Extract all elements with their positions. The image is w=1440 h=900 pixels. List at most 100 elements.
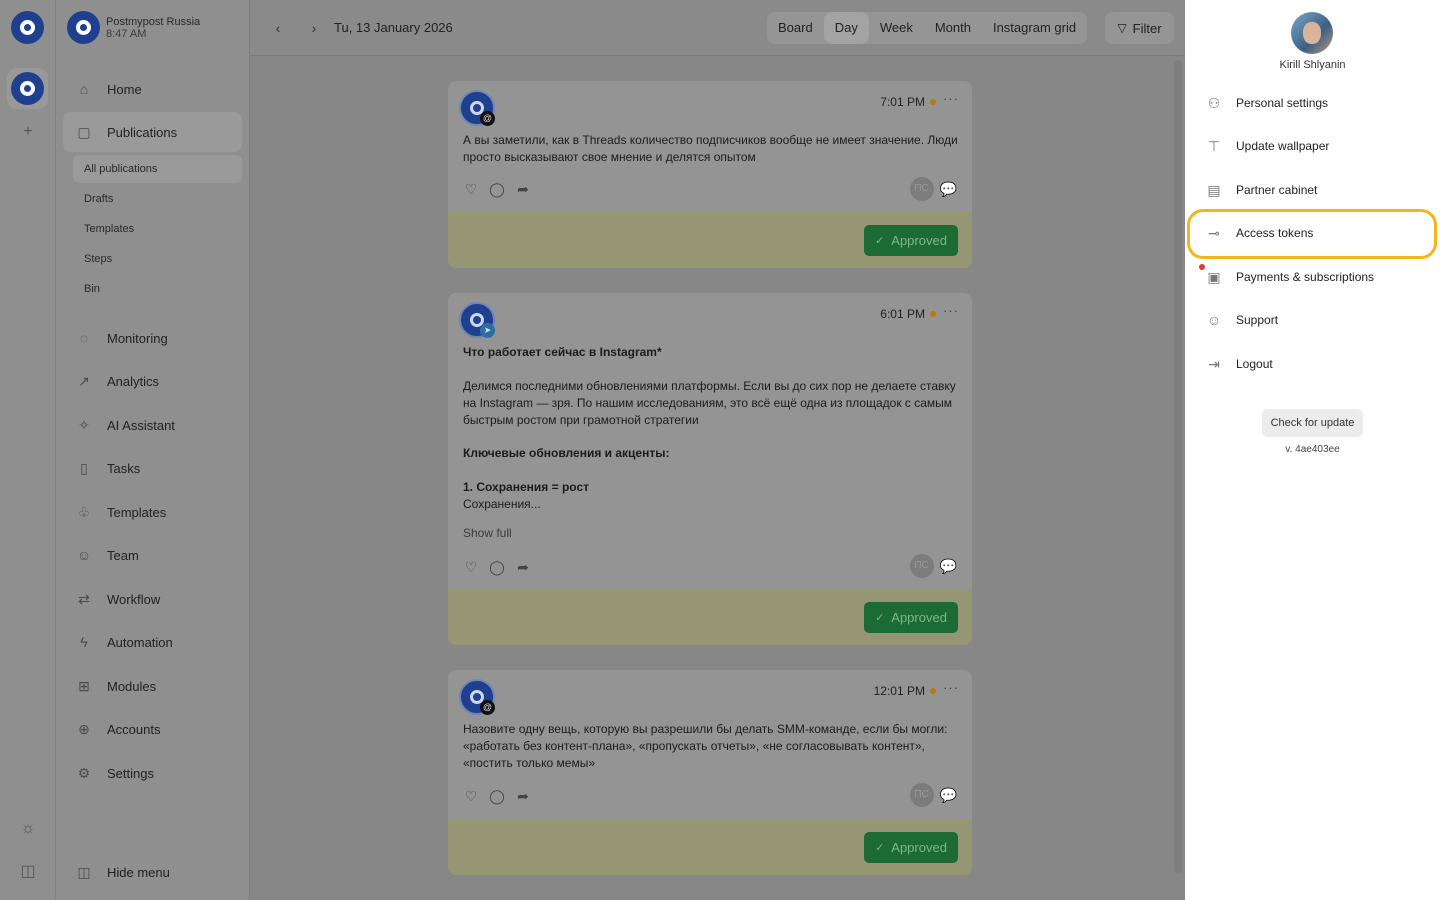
nav-modules-label: Modules (107, 678, 157, 694)
modules-icon: ⊞ (78, 677, 90, 694)
collapse-rail-button[interactable]: ◫ (18, 862, 38, 882)
show-full-link[interactable]: Show full (463, 526, 963, 540)
check-update-button[interactable]: Check for update (1262, 409, 1363, 437)
menu-support[interactable]: ☺ Support (1205, 303, 1435, 337)
nav-tasks[interactable]: ▯ Tasks (63, 448, 242, 488)
more-options-icon[interactable]: ··· (943, 303, 959, 318)
nav-analytics[interactable]: ↗ Analytics (63, 361, 242, 401)
like-icon[interactable]: ♡ (463, 788, 479, 804)
nav-monitoring[interactable]: ◌ Monitoring (63, 318, 242, 358)
threads-icon: @ (480, 700, 495, 715)
scrollbar[interactable] (1174, 60, 1182, 873)
nav-workflow[interactable]: ⇄ Workflow (63, 579, 242, 619)
sub-steps[interactable]: Steps (73, 245, 242, 273)
menu-access-tokens-label: Access tokens (1236, 226, 1314, 240)
view-board-tab[interactable]: Board (767, 12, 824, 44)
check-icon: ✓ (875, 612, 885, 624)
tasks-icon: ▯ (80, 459, 88, 476)
receipt-icon: ▣ (1207, 268, 1221, 285)
sub-templates[interactable]: Templates (73, 215, 242, 243)
nav-settings[interactable]: ⚙ Settings (63, 753, 242, 793)
prev-day-button[interactable]: ‹ (268, 18, 288, 38)
post-heading: Что работает сейчас в Instagram* (463, 345, 662, 359)
nav-automation[interactable]: ϟ Automation (63, 622, 242, 662)
nav-modules[interactable]: ⊞ Modules (63, 666, 242, 706)
account-avatar: @ (459, 679, 495, 715)
check-icon: ✓ (875, 235, 885, 247)
menu-payments[interactable]: ▣ Payments & subscriptions (1205, 260, 1435, 294)
post-card[interactable]: @ 7:01 PM ··· А вы заметили, как в Threa… (448, 81, 972, 268)
view-switcher: Board Day Week Month Instagram grid (767, 12, 1088, 44)
share-icon[interactable]: ➦ (515, 788, 531, 804)
post-text: Назовите одну вещь, которую вы разрешили… (463, 722, 948, 770)
nav-analytics-label: Analytics (107, 373, 160, 389)
share-icon[interactable]: ➦ (515, 181, 531, 197)
menu-personal-settings[interactable]: ⚇ Personal settings (1205, 86, 1435, 120)
like-icon[interactable]: ♡ (463, 559, 479, 575)
workspace-name: Postmypost Russia (106, 15, 201, 28)
post-actions: ♡ ◯ ➦ (463, 559, 531, 575)
approved-button[interactable]: ✓ Approved (864, 602, 958, 633)
nav-accounts[interactable]: ⊕ Accounts (63, 709, 242, 749)
sub-drafts[interactable]: Drafts (73, 185, 242, 213)
nav-ai-assistant[interactable]: ✧ AI Assistant (63, 405, 242, 445)
post-card[interactable]: ➤ 6:01 PM ··· Что работает сейчас в Inst… (448, 293, 972, 645)
theme-toggle-button[interactable]: ☼ (18, 819, 38, 839)
user-avatar[interactable] (1291, 12, 1333, 54)
comment-icon[interactable]: ◯ (489, 181, 505, 197)
like-icon[interactable]: ♡ (463, 181, 479, 197)
approved-button[interactable]: ✓ Approved (864, 225, 958, 256)
menu-personal-settings-label: Personal settings (1236, 96, 1329, 110)
app-logo[interactable] (11, 11, 44, 44)
sub-all-publications[interactable]: All publications (73, 155, 242, 183)
nav-monitoring-label: Monitoring (107, 330, 168, 346)
profile-panel: Kirill Shlyanin ⚇ Personal settings ⊤ Upda… (1185, 0, 1440, 900)
add-workspace-button[interactable]: + (18, 122, 38, 142)
menu-access-tokens[interactable]: ⊸ Access tokens (1205, 216, 1435, 250)
nav-team[interactable]: ☺ Team (63, 535, 242, 575)
comments-icon[interactable]: 💬 (940, 558, 957, 575)
home-icon: ⌂ (79, 81, 89, 97)
share-icon[interactable]: ➦ (515, 559, 531, 575)
workspace-switch-button[interactable] (11, 72, 44, 105)
more-options-icon[interactable]: ··· (943, 91, 959, 106)
more-options-icon[interactable]: ··· (943, 680, 959, 695)
nav-templates-label: Templates (107, 504, 167, 520)
nav-publications[interactable]: ▢ Publications (63, 112, 242, 152)
post-text: А вы заметили, как в Threads количество … (463, 133, 958, 164)
post-card[interactable]: @ 12:01 PM ··· Назовите одну вещь, котор… (448, 670, 972, 875)
menu-partner-cabinet[interactable]: ▤ Partner cabinet (1205, 173, 1435, 207)
sparkle-icon: ✧ (78, 416, 90, 433)
nav-team-label: Team (107, 547, 139, 563)
analytics-icon: ↗ (78, 372, 90, 389)
comment-icon[interactable]: ◯ (489, 559, 505, 575)
post-footer: ✓ Approved (448, 819, 972, 875)
comment-icon[interactable]: ◯ (489, 788, 505, 804)
nav-templates[interactable]: ♧ Templates (63, 492, 242, 532)
account-avatar: ➤ (459, 302, 495, 338)
current-date: Tu, 13 January 2026 (334, 20, 453, 35)
nav-home[interactable]: ⌂ Home (63, 69, 242, 109)
filter-button[interactable]: ▽ Filter (1105, 12, 1174, 44)
comments-icon[interactable]: 💬 (940, 787, 957, 804)
workspace-header[interactable]: Postmypost Russia 8:47 AM (67, 11, 200, 44)
view-day-tab[interactable]: Day (823, 12, 869, 44)
user-name: Kirill Shlyanin (1279, 59, 1346, 71)
menu-logout[interactable]: ⇥ Logout (1205, 347, 1435, 381)
view-instagram-grid-tab[interactable]: Instagram grid (982, 12, 1087, 44)
menu-update-wallpaper[interactable]: ⊤ Update wallpaper (1205, 129, 1435, 163)
filter-label: Filter (1132, 20, 1162, 36)
hide-menu-button[interactable]: ◫ Hide menu (63, 852, 242, 892)
menu-logout-label: Logout (1236, 357, 1273, 371)
approved-button[interactable]: ✓ Approved (864, 832, 958, 863)
accounts-icon: ⊕ (78, 720, 90, 737)
threads-icon: @ (480, 111, 495, 126)
comments-icon[interactable]: 💬 (940, 181, 957, 198)
workspace-logo (67, 11, 100, 44)
view-week-tab[interactable]: Week (869, 12, 924, 44)
templates-icon: ♧ (77, 503, 91, 520)
sub-bin[interactable]: Bin (73, 275, 242, 303)
next-day-button[interactable]: › (304, 18, 324, 38)
lightning-icon: ϟ (80, 634, 88, 650)
view-month-tab[interactable]: Month (924, 12, 982, 44)
